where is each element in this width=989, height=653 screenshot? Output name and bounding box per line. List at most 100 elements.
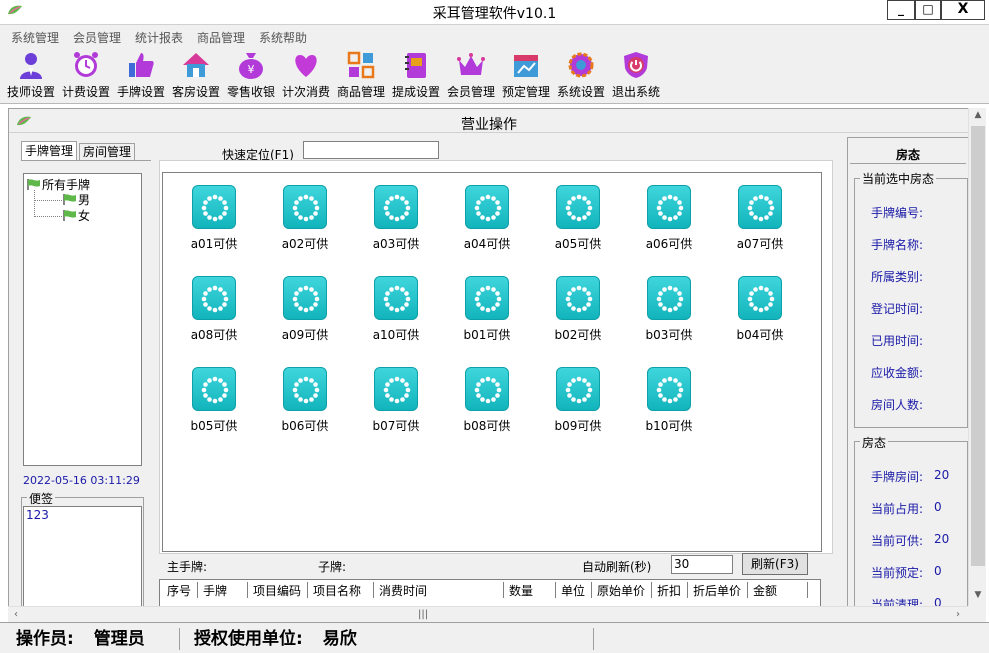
field-used-time: 已用时间:: [871, 334, 924, 348]
menu-help[interactable]: 系统帮助: [259, 29, 307, 46]
loading-ring-icon: [283, 276, 327, 320]
token-tile[interactable]: a01可供: [184, 185, 244, 252]
exit-system-button[interactable]: 退出系统: [607, 50, 665, 100]
loading-ring-icon: [465, 367, 509, 411]
license-label: 授权使用单位:: [194, 629, 303, 649]
token-tile[interactable]: a10可供: [366, 276, 426, 343]
tree-connector: [34, 200, 62, 201]
token-tile-label: a09可供: [281, 328, 329, 342]
col-discount[interactable]: 折扣: [652, 582, 688, 598]
token-settings-button[interactable]: 手牌设置: [112, 50, 170, 100]
money-bag-icon: ¥: [239, 53, 263, 79]
value-cleaning: 0: [934, 596, 942, 606]
quick-locate-input[interactable]: [303, 141, 439, 159]
house-icon: [183, 53, 209, 77]
technician-button[interactable]: 技师设置: [2, 50, 60, 100]
tab-token-manage[interactable]: 手牌管理: [21, 141, 78, 161]
token-tile[interactable]: b09可供: [548, 367, 608, 434]
loading-ring-icon: [556, 276, 600, 320]
token-tile[interactable]: b02可供: [548, 276, 608, 343]
token-tile[interactable]: a08可供: [184, 276, 244, 343]
col-token[interactable]: 手牌: [198, 582, 248, 598]
scroll-down-arrow[interactable]: ▼: [969, 590, 987, 606]
col-consume-time[interactable]: 消费时间: [374, 582, 504, 598]
menu-system[interactable]: 系统管理: [11, 29, 59, 46]
close-button[interactable]: X: [941, 0, 985, 20]
token-tile[interactable]: b01可供: [457, 276, 517, 343]
loading-ring-icon: [192, 185, 236, 229]
token-tile[interactable]: a03可供: [366, 185, 426, 252]
token-tile[interactable]: b03可供: [639, 276, 699, 343]
tab-room-manage[interactable]: 房间管理: [79, 143, 136, 161]
tree-node-female[interactable]: 女: [62, 207, 90, 224]
folder-flag-icon: [27, 179, 40, 190]
token-tile[interactable]: a05可供: [548, 185, 608, 252]
col-item-name[interactable]: 项目名称: [308, 582, 374, 598]
token-tile[interactable]: b04可供: [730, 276, 790, 343]
minimize-button[interactable]: _: [887, 0, 915, 20]
token-tile-label: a01可供: [190, 237, 238, 251]
scroll-left-arrow[interactable]: ‹: [8, 607, 24, 623]
token-tile[interactable]: b07可供: [366, 367, 426, 434]
commission-button[interactable]: 提成设置: [387, 50, 445, 100]
booking-manage-button[interactable]: 预定管理: [497, 50, 555, 100]
value-occupied: 0: [934, 500, 942, 514]
col-unit[interactable]: 单位: [556, 582, 592, 598]
field-room-people: 房间人数:: [871, 398, 924, 412]
col-original-price[interactable]: 原始单价: [592, 582, 652, 598]
token-tile[interactable]: b05可供: [184, 367, 244, 434]
refresh-button[interactable]: 刷新(F3): [742, 553, 808, 575]
col-quantity[interactable]: 数量: [504, 582, 556, 598]
selected-status-legend: 当前选中房态: [860, 170, 937, 187]
token-tile-label: a04可供: [463, 237, 511, 251]
token-tile[interactable]: a04可供: [457, 185, 517, 252]
grid-icon: [347, 51, 375, 79]
token-tile[interactable]: b10可供: [639, 367, 699, 434]
field-cleaning: 当前清理:: [871, 598, 924, 606]
consumption-table: 序号 手牌 项目编码 项目名称 消费时间 数量 单位 原始单价 折扣 折后单价 …: [159, 579, 821, 606]
field-token-name: 手牌名称:: [871, 238, 924, 252]
horizontal-scrollbar[interactable]: ‹ ||| ›: [8, 606, 968, 622]
menu-members[interactable]: 会员管理: [73, 29, 121, 46]
loading-ring-icon: [283, 185, 327, 229]
scroll-grip[interactable]: |||: [418, 609, 428, 620]
token-tile[interactable]: b06可供: [275, 367, 335, 434]
count-consume-button[interactable]: 计次消费: [277, 50, 335, 100]
system-settings-button[interactable]: 系统设置: [552, 50, 610, 100]
goods-manage-button[interactable]: 商品管理: [332, 50, 390, 100]
token-tile[interactable]: a09可供: [275, 276, 335, 343]
status-bar: 操作员: 管理员 授权使用单位: 易欣: [0, 622, 989, 653]
scroll-right-arrow[interactable]: ›: [950, 607, 966, 623]
field-register-time: 登记时间:: [871, 302, 924, 316]
token-tile[interactable]: a07可供: [730, 185, 790, 252]
token-tile-label: b08可供: [463, 419, 511, 433]
scroll-up-arrow[interactable]: ▲: [969, 110, 987, 126]
col-discounted-price[interactable]: 折后单价: [688, 582, 748, 598]
auto-refresh-input[interactable]: 30: [671, 555, 733, 574]
token-tile[interactable]: a06可供: [639, 185, 699, 252]
retail-checkout-button[interactable]: ¥ 零售收银: [222, 50, 280, 100]
notebook-icon: [405, 53, 426, 78]
col-seq[interactable]: 序号: [162, 582, 198, 598]
loading-ring-icon: [283, 367, 327, 411]
token-tile[interactable]: b08可供: [457, 367, 517, 434]
tree-node-male[interactable]: 男: [62, 191, 90, 208]
scroll-thumb[interactable]: [971, 126, 985, 566]
menu-reports[interactable]: 统计报表: [135, 29, 183, 46]
token-tile[interactable]: a02可供: [275, 185, 335, 252]
field-token-rooms: 手牌房间:: [871, 470, 924, 484]
col-item-code[interactable]: 项目编码: [248, 582, 308, 598]
svg-text:¥: ¥: [248, 63, 255, 76]
field-occupied: 当前占用:: [871, 502, 924, 516]
billing-button[interactable]: 计费设置: [57, 50, 115, 100]
col-amount[interactable]: 金额: [748, 582, 808, 598]
loading-ring-icon: [738, 185, 782, 229]
menu-bar: 系统管理 会员管理 统计报表 商品管理 系统帮助: [0, 25, 989, 46]
member-manage-button[interactable]: 会员管理: [442, 50, 500, 100]
room-settings-button[interactable]: 客房设置: [167, 50, 225, 100]
memo-textarea[interactable]: 123: [23, 506, 142, 606]
operator-name: 管理员: [93, 629, 145, 649]
menu-goods[interactable]: 商品管理: [197, 29, 245, 46]
maximize-button[interactable]: □: [915, 0, 941, 20]
vertical-scrollbar[interactable]: ▲ ▼: [968, 108, 986, 606]
